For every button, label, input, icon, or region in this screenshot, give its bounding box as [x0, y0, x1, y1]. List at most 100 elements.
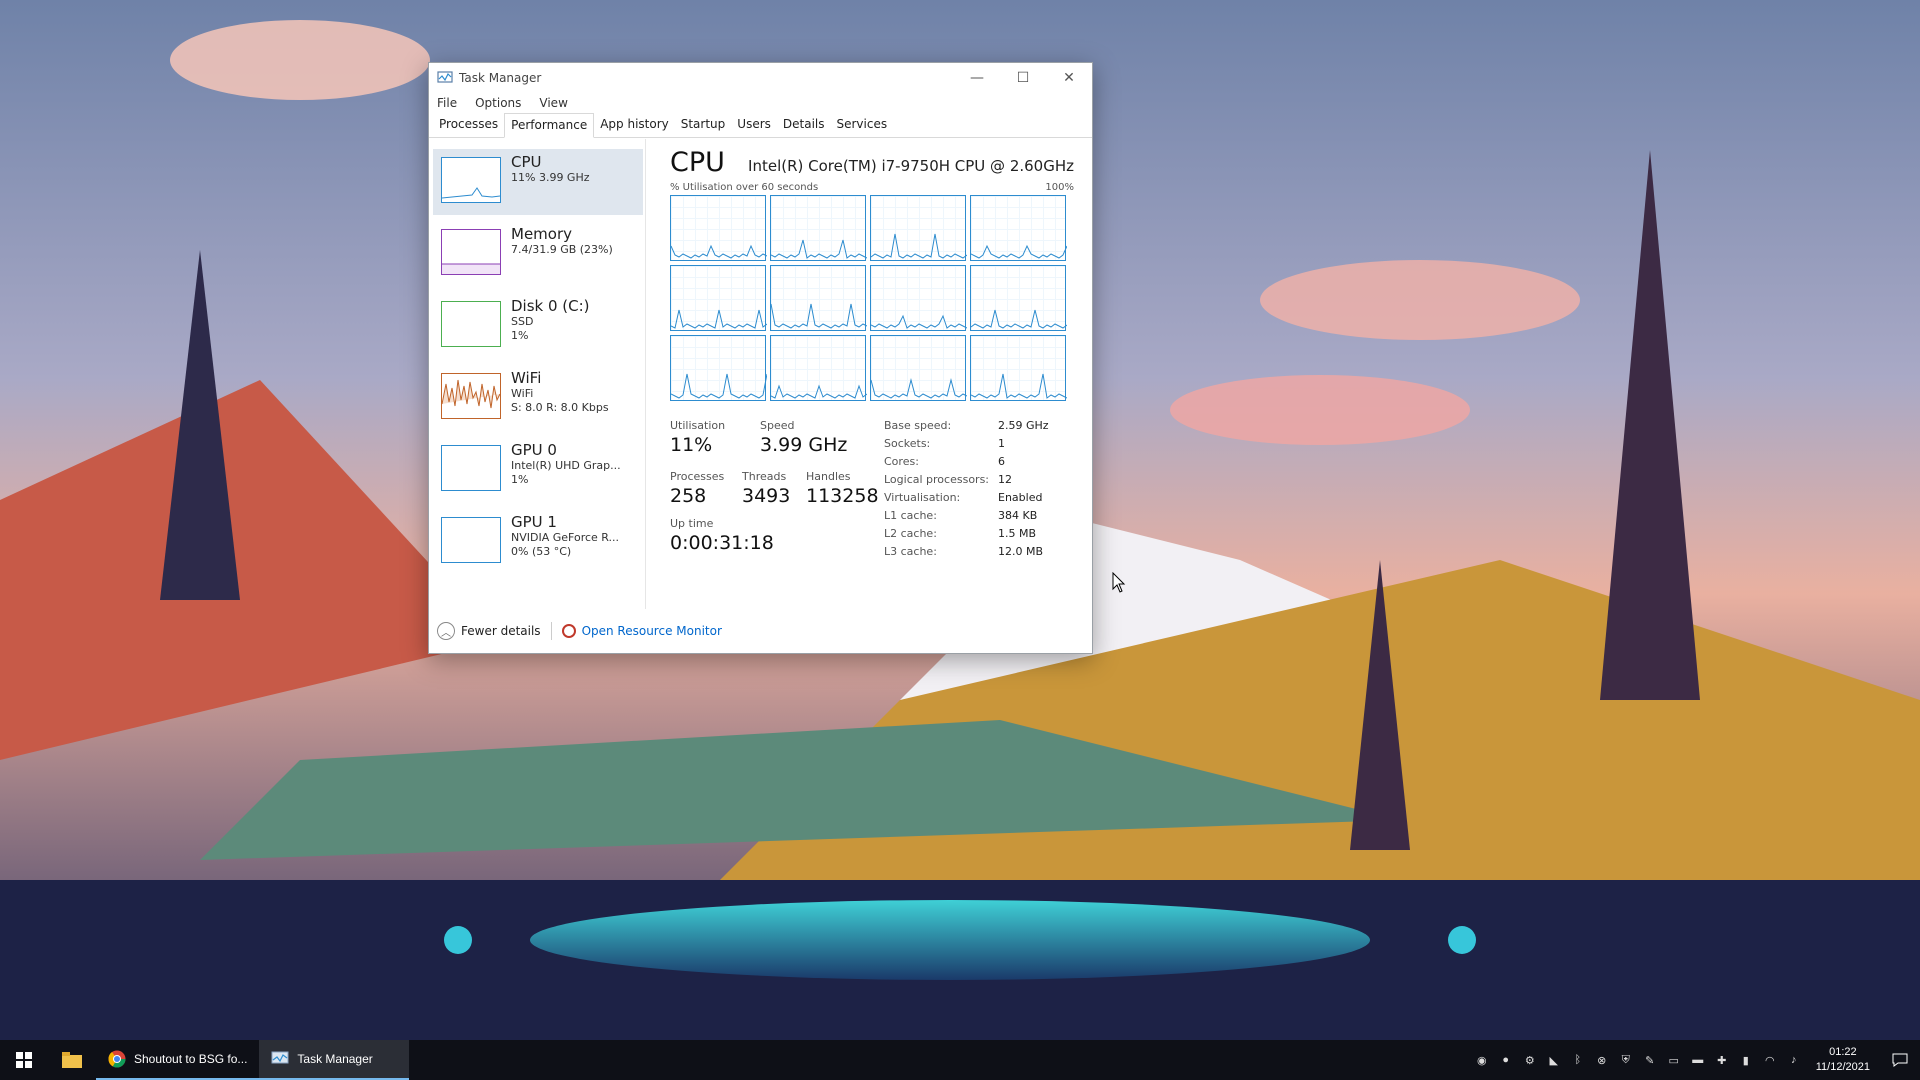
tab-services[interactable]: Services [831, 113, 894, 137]
tab-bar: Processes Performance App history Startu… [429, 113, 1092, 138]
wifi-icon[interactable]: ◠ [1758, 1040, 1782, 1080]
cpu-detail-panel: CPU Intel(R) Core(TM) i7-9750H CPU @ 2.6… [646, 139, 1092, 609]
chevron-up-icon: ︿ [437, 622, 455, 640]
handles-label: Handles [806, 470, 851, 483]
sidebar-item-disk[interactable]: Disk 0 (C:) SSD 1% [433, 293, 643, 359]
fewer-details-button[interactable]: ︿ Fewer details [437, 622, 552, 640]
handles-value: 113258 [806, 485, 879, 507]
tab-details[interactable]: Details [777, 113, 831, 137]
sidebar-item-wifi[interactable]: WiFi WiFi S: 8.0 R: 8.0 Kbps [433, 365, 643, 431]
file-explorer-button[interactable] [48, 1040, 96, 1080]
open-resource-monitor-label: Open Resource Monitor [581, 624, 722, 638]
chrome-tray-icon[interactable]: ● [1494, 1040, 1518, 1080]
uptime-label: Up time [670, 517, 714, 530]
sidebar-item-gpu1[interactable]: GPU 1 NVIDIA GeForce R... 0% (53 °C) [433, 509, 643, 575]
spec-row: L2 cache: 1.5 MB [884, 527, 1049, 545]
chrome-icon [108, 1050, 126, 1068]
clock-time: 01:22 [1829, 1046, 1857, 1058]
taskbar-app-label: Task Manager [297, 1052, 373, 1066]
maximize-button[interactable]: ☐ [1000, 63, 1046, 93]
utilisation-trace [871, 314, 967, 329]
sidebar-item-label: Memory [511, 225, 573, 243]
tab-performance[interactable]: Performance [504, 113, 595, 138]
menu-file[interactable]: File [437, 96, 457, 110]
spec-key: L3 cache: [884, 545, 937, 558]
sidebar-item-label: Disk 0 (C:) [511, 297, 590, 315]
discord-icon[interactable]: ◉ [1470, 1040, 1494, 1080]
system-tray: ◉ ● ⚙ ◣ ᛒ ⊗ ⛨ ✎ ▭ ▬ ✚ ▮ ◠ ♪ 01:22 11/12/… [1470, 1040, 1920, 1080]
task-manager-icon [437, 71, 453, 83]
spec-row: L1 cache: 384 KB [884, 509, 1049, 527]
task-manager-icon [271, 1051, 289, 1064]
utilisation-trace [671, 373, 767, 399]
utilisation-trace [771, 239, 867, 259]
cpu-spec-table: Base speed: 2.59 GHz Sockets: 1 Cores: 6 Lo… [884, 419, 1049, 563]
steam-icon[interactable]: ⚙ [1518, 1040, 1542, 1080]
title-bar[interactable]: Task Manager — ☐ ✕ [429, 63, 1092, 93]
tab-users[interactable]: Users [731, 113, 777, 137]
fewer-details-label: Fewer details [461, 624, 541, 638]
open-resource-monitor-link[interactable]: Open Resource Monitor [552, 624, 722, 638]
volume-icon[interactable]: ♪ [1782, 1040, 1806, 1080]
logical-processor-graph [670, 265, 767, 331]
close-button[interactable]: ✕ [1046, 63, 1092, 93]
sidebar-item-detail-2: 1% [511, 329, 529, 342]
utilisation-trace [771, 303, 867, 329]
battery-icon[interactable]: ▮ [1734, 1040, 1758, 1080]
graph-caption: % Utilisation over 60 seconds [670, 182, 819, 193]
spec-key: L2 cache: [884, 527, 937, 540]
mouse-cursor-icon [1112, 572, 1126, 593]
menu-bar: File Options View [429, 93, 1092, 113]
graph-max-label: 100% [1045, 182, 1074, 193]
taskbar-app-task-manager[interactable]: Task Manager [259, 1040, 410, 1080]
gpu1-thumbnail-graph [441, 517, 501, 563]
tab-app-history[interactable]: App history [594, 113, 675, 137]
spec-key: L1 cache: [884, 509, 937, 522]
pen-icon[interactable]: ✎ [1638, 1040, 1662, 1080]
sidebar-item-gpu0[interactable]: GPU 0 Intel(R) UHD Grap... 1% [433, 437, 643, 503]
security-icon[interactable]: ⛨ [1614, 1040, 1638, 1080]
sidebar-item-memory[interactable]: Memory 7.4/31.9 GB (23%) [433, 221, 643, 287]
spec-row: Base speed: 2.59 GHz [884, 419, 1049, 437]
tablet-icon[interactable]: ▭ [1662, 1040, 1686, 1080]
cpu-model-name: Intel(R) Core(TM) i7-9750H CPU @ 2.60GHz [748, 157, 1074, 175]
tab-processes[interactable]: Processes [433, 113, 504, 137]
window-title: Task Manager [459, 71, 542, 85]
utilisation-label: Utilisation [670, 419, 726, 432]
logical-processor-graph [770, 335, 867, 401]
spec-value: Enabled [998, 491, 1043, 504]
tab-startup[interactable]: Startup [675, 113, 732, 137]
menu-options[interactable]: Options [475, 96, 521, 110]
processes-value: 258 [670, 485, 707, 507]
bluetooth-icon[interactable]: ᛒ [1566, 1040, 1590, 1080]
start-button[interactable] [0, 1040, 48, 1080]
minimize-button[interactable]: — [954, 63, 1000, 93]
logical-processor-graph [770, 265, 867, 331]
utilisation-trace [671, 309, 767, 329]
notifications-button[interactable] [1880, 1053, 1920, 1067]
taskbar-clock[interactable]: 01:22 11/12/2021 [1806, 1045, 1880, 1075]
game-icon[interactable]: ✚ [1710, 1040, 1734, 1080]
spec-row: Cores: 6 [884, 455, 1049, 473]
utilisation-trace [671, 244, 767, 259]
logical-processor-graph [670, 195, 767, 261]
logical-processor-graph [970, 195, 1067, 261]
windows-logo-icon [16, 1052, 32, 1068]
utilisation-trace [871, 378, 967, 399]
menu-view[interactable]: View [539, 96, 567, 110]
taskbar-app-chrome[interactable]: Shoutout to BSG fo... [96, 1040, 260, 1080]
spec-row: Logical processors: 12 [884, 473, 1049, 491]
spec-value: 12 [998, 473, 1012, 486]
utilisation-trace [971, 373, 1067, 399]
spec-value: 384 KB [998, 509, 1038, 522]
drive-icon[interactable]: ▬ [1686, 1040, 1710, 1080]
threads-value: 3493 [742, 485, 791, 507]
spec-row: Sockets: 1 [884, 437, 1049, 455]
xbox-icon[interactable]: ⊗ [1590, 1040, 1614, 1080]
page-title: CPU [670, 147, 725, 178]
nvidia-icon[interactable]: ◣ [1542, 1040, 1566, 1080]
uptime-value: 0:00:31:18 [670, 532, 774, 554]
spec-value: 6 [998, 455, 1005, 468]
sidebar-item-cpu[interactable]: CPU 11% 3.99 GHz [433, 149, 643, 215]
spec-value: 1 [998, 437, 1005, 450]
